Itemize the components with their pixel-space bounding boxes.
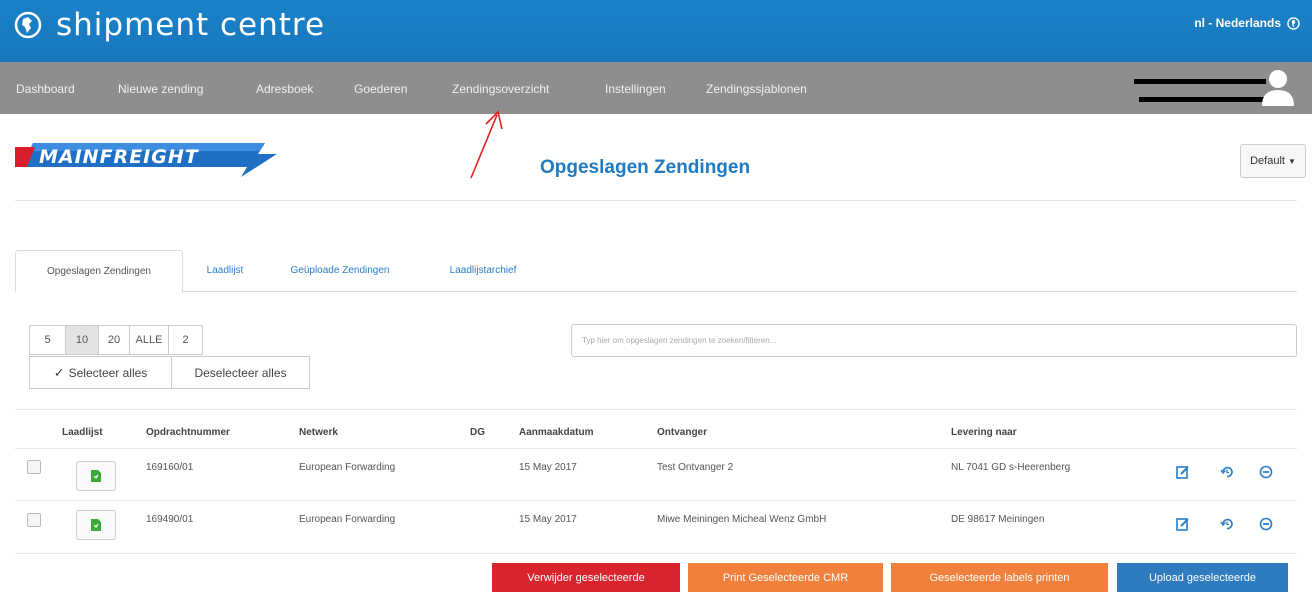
page-size-selector: 5 10 20 ALLE 2	[29, 325, 203, 355]
tab-saved-shipments[interactable]: Opgeslagen Zendingen	[15, 250, 183, 293]
col-laadlijst[interactable]: Laadlijst	[62, 427, 103, 438]
caret-down-icon: ▼	[1287, 156, 1296, 166]
default-dropdown[interactable]: Default ▼	[1240, 144, 1306, 178]
nav-settings[interactable]: Instellingen	[605, 82, 666, 96]
app-title: shipment centre	[56, 7, 326, 43]
globe-small-icon	[1287, 16, 1300, 30]
delivery-address: DE 98617 Meiningen	[951, 514, 1045, 525]
table-top-line	[15, 409, 1297, 410]
nav-address-book[interactable]: Adresboek	[256, 82, 313, 96]
order-number: 169490/01	[146, 514, 194, 525]
col-order-number[interactable]: Opdrachtnummer	[146, 427, 230, 438]
remove-icon[interactable]	[1259, 465, 1273, 479]
brand[interactable]: shipment centre	[14, 8, 325, 42]
network: European Forwarding	[299, 462, 396, 473]
tab-bar: Opgeslagen Zendingen Laadlijst Geüploade…	[15, 250, 1297, 293]
tab-uploaded-shipments[interactable]: Geüploade Zendingen	[270, 250, 410, 291]
remove-icon[interactable]	[1259, 517, 1273, 531]
receiver: Test Ontvanger 2	[657, 462, 734, 473]
user-menu[interactable]	[1134, 68, 1304, 110]
deselect-all-button[interactable]: Deselecteer alles	[171, 356, 310, 389]
laadlijst-button[interactable]	[76, 510, 116, 540]
page-title: Opgeslagen Zendingen	[540, 157, 751, 178]
col-created-date[interactable]: Aanmaakdatum	[519, 427, 593, 438]
redacted-username	[1134, 79, 1266, 84]
row-checkbox[interactable]	[27, 513, 41, 527]
search-input[interactable]	[571, 324, 1297, 357]
upload-selected-button[interactable]: Upload geselecteerde	[1117, 563, 1288, 592]
col-network[interactable]: Netwerk	[299, 427, 338, 438]
page-size-all[interactable]: ALLE	[129, 325, 169, 355]
top-bar: shipment centre nl - Nederlands	[0, 0, 1312, 62]
page-size-10[interactable]: 10	[65, 325, 99, 355]
delivery-address: NL 7041 GD s-Heerenberg	[951, 462, 1071, 473]
nav-dashboard[interactable]: Dashboard	[16, 82, 75, 96]
user-icon	[1262, 70, 1294, 106]
col-delivery[interactable]: Levering naar	[951, 427, 1017, 438]
nav-new-shipment[interactable]: Nieuwe zending	[118, 82, 203, 96]
mainfreight-logo: MAINFREIGHT	[15, 143, 277, 177]
tab-loadlist[interactable]: Laadlijst	[199, 250, 251, 291]
tab-label: Laadlijst	[206, 265, 244, 276]
divider	[15, 200, 1297, 201]
tab-label: Opgeslagen Zendingen	[47, 266, 151, 277]
file-icon	[91, 519, 101, 531]
page-number[interactable]: 2	[168, 325, 203, 355]
select-all-label: Selecteer alles	[68, 365, 148, 380]
select-all-button[interactable]: ✓ Selecteer alles	[29, 356, 172, 389]
annotation-arrow-icon	[470, 110, 503, 179]
col-dg[interactable]: DG	[470, 427, 485, 438]
logo-text: MAINFREIGHT	[39, 146, 200, 168]
row-divider	[15, 500, 1297, 501]
receiver: Miwe Meiningen Micheal Wenz GmbH	[657, 514, 827, 525]
tab-label: Geüploade Zendingen	[290, 265, 390, 276]
col-receiver[interactable]: Ontvanger	[657, 427, 707, 438]
row-checkbox[interactable]	[27, 460, 41, 474]
page-size-5[interactable]: 5	[29, 325, 66, 355]
delete-selected-button[interactable]: Verwijder geselecteerde	[492, 563, 680, 592]
edit-icon[interactable]	[1176, 465, 1190, 479]
row-divider	[15, 553, 1297, 554]
main-nav: Dashboard Nieuwe zending Adresboek Goede…	[0, 62, 1312, 114]
redacted-username	[1139, 97, 1266, 102]
tab-loadlist-archive[interactable]: Laadlijstarchief	[433, 250, 533, 291]
page-size-20[interactable]: 20	[98, 325, 130, 355]
edit-icon[interactable]	[1176, 517, 1190, 531]
default-label: Default	[1250, 155, 1285, 167]
globe-icon	[14, 11, 42, 39]
nav-shipment-overview[interactable]: Zendingsoverzicht	[452, 82, 549, 96]
restore-icon[interactable]	[1220, 517, 1234, 531]
created-date: 15 May 2017	[519, 462, 577, 473]
language-selector[interactable]: nl - Nederlands	[1194, 16, 1300, 30]
created-date: 15 May 2017	[519, 514, 577, 525]
print-cmr-button[interactable]: Print Geselecteerde CMR	[688, 563, 883, 592]
restore-icon[interactable]	[1220, 465, 1234, 479]
header-divider	[15, 448, 1297, 449]
file-icon	[91, 470, 101, 482]
check-icon: ✓	[53, 364, 65, 380]
network: European Forwarding	[299, 514, 396, 525]
order-number: 169160/01	[146, 462, 194, 473]
laadlijst-button[interactable]	[76, 461, 116, 491]
print-labels-button[interactable]: Geselecteerde labels printen	[891, 563, 1108, 592]
language-label: nl - Nederlands	[1194, 16, 1281, 30]
nav-goods[interactable]: Goederen	[354, 82, 407, 96]
nav-templates[interactable]: Zendingssjablonen	[706, 82, 807, 96]
tab-label: Laadlijstarchief	[449, 265, 517, 276]
selection-buttons: ✓ Selecteer alles Deselecteer alles	[29, 356, 310, 389]
